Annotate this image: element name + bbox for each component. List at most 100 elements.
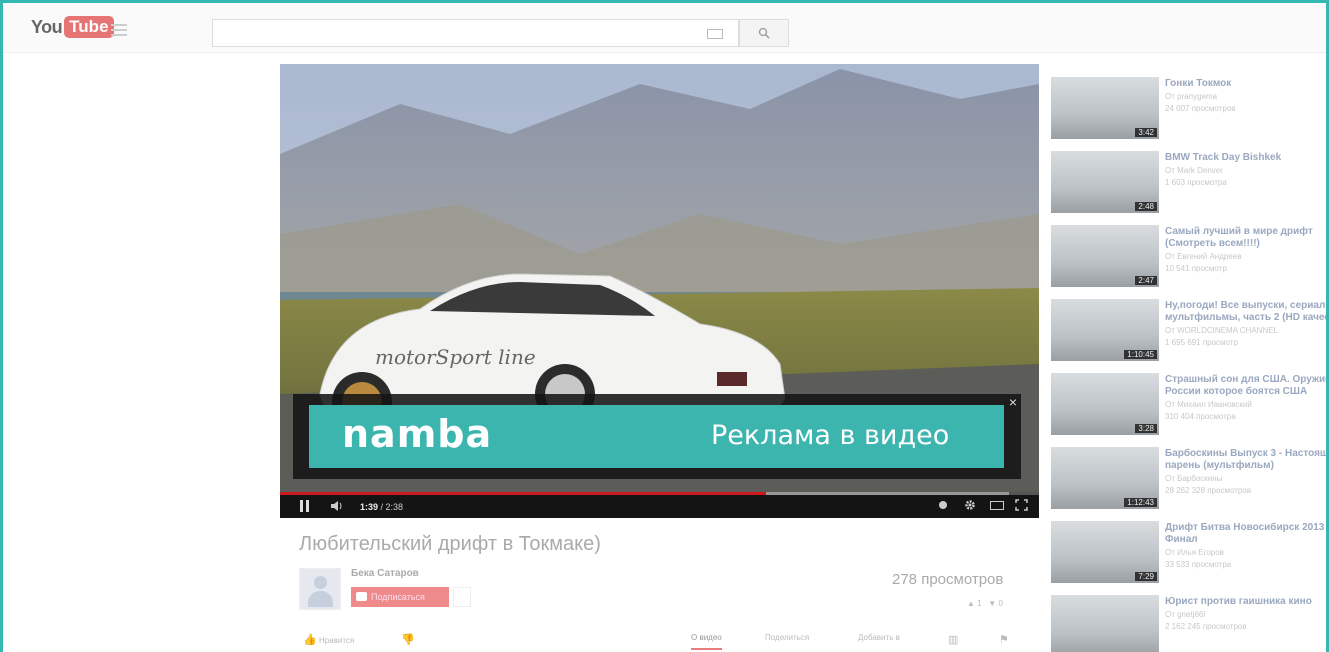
youtube-logo[interactable]: You Tube bbox=[31, 15, 114, 39]
related-thumbnail[interactable]: 2:48 bbox=[1051, 151, 1159, 213]
related-thumbnail[interactable] bbox=[1051, 595, 1159, 652]
duration-badge: 3:28 bbox=[1135, 424, 1157, 433]
keyboard-icon[interactable] bbox=[707, 29, 723, 39]
related-title[interactable]: Юрист против гаишника кино bbox=[1165, 596, 1326, 608]
settings-gear-icon[interactable] bbox=[964, 499, 976, 511]
subscribe-button[interactable]: Подписаться bbox=[351, 587, 449, 607]
report-flag-icon[interactable]: ⚑ bbox=[999, 633, 1009, 646]
related-thumbnail[interactable]: 1:12:43 bbox=[1051, 447, 1159, 509]
duration-badge: 1:12:43 bbox=[1124, 498, 1157, 507]
video-ad-overlay[interactable]: namba Реклама в видео × bbox=[293, 394, 1021, 479]
related-title-line2[interactable]: парень (мультфильм) bbox=[1165, 460, 1326, 472]
related-thumbnail[interactable]: 3:42 bbox=[1051, 77, 1159, 139]
logo-you: You bbox=[31, 16, 63, 37]
duration-badge: 7:29 bbox=[1135, 572, 1157, 581]
related-channel: От Михаил Ивановский bbox=[1165, 400, 1252, 409]
related-item[interactable]: 1:12:43 Барбоскины Выпуск 3 - Настоящий … bbox=[1051, 445, 1326, 515]
ad-close-button[interactable]: × bbox=[1009, 394, 1017, 410]
related-item[interactable]: 2:47 Самый лучший в мире дрифт (Смотреть… bbox=[1051, 223, 1326, 293]
annotations-icon[interactable] bbox=[938, 500, 948, 510]
dislikes-count: 0 bbox=[998, 599, 1003, 608]
time-total: 2:38 bbox=[385, 502, 404, 512]
theater-mode-icon[interactable] bbox=[990, 501, 1004, 510]
svg-text:motorSport line: motorSport line bbox=[375, 345, 536, 369]
thumbs-down-icon: 👎 bbox=[401, 634, 415, 646]
related-views: 2 162 245 просмотров bbox=[1165, 622, 1247, 631]
ad-text: Реклама в видео bbox=[711, 420, 950, 451]
related-thumbnail[interactable]: 7:29 bbox=[1051, 521, 1159, 583]
related-views: 28 262 328 просмотров bbox=[1165, 486, 1252, 495]
player-controls: 1:39 / 2:38 bbox=[280, 492, 1039, 518]
related-title[interactable]: Самый лучший в мире дрифт bbox=[1165, 226, 1326, 238]
related-views: 24 007 просмотров bbox=[1165, 104, 1236, 113]
tab-about[interactable]: О видео bbox=[691, 633, 722, 650]
related-views: 310 404 просмотра bbox=[1165, 412, 1236, 421]
related-views: 1 603 просмотра bbox=[1165, 178, 1227, 187]
related-channel: От Барбоскины bbox=[1165, 474, 1223, 483]
time-current: 1:39 bbox=[360, 502, 379, 512]
related-thumbnail[interactable]: 2:47 bbox=[1051, 225, 1159, 287]
duration-badge: 2:48 bbox=[1135, 202, 1157, 211]
related-item[interactable]: 7:29 Дрифт Битва Новосибирск 2013 Финал … bbox=[1051, 519, 1326, 589]
related-item[interactable]: 3:28 Страшный сон для США. Оружие России… bbox=[1051, 371, 1326, 441]
related-channel: От Mark Denver bbox=[1165, 166, 1223, 175]
related-title[interactable]: BMW Track Day Bishkek bbox=[1165, 152, 1326, 164]
like-label: Нравится bbox=[318, 636, 355, 645]
related-title[interactable]: Гонки Токмок bbox=[1165, 78, 1326, 90]
stats-icon[interactable]: ▥ bbox=[948, 633, 958, 646]
likes-count: 1 bbox=[977, 599, 982, 608]
pause-icon[interactable] bbox=[300, 500, 310, 512]
thumbs-up-icon: 👍 bbox=[303, 634, 317, 646]
duration-badge: 2:47 bbox=[1135, 276, 1157, 285]
masthead: You Tube bbox=[3, 3, 1326, 53]
channel-name[interactable]: Бека Сатаров bbox=[351, 568, 419, 579]
menu-icon[interactable] bbox=[111, 24, 127, 36]
related-views: 10 541 просмотр bbox=[1165, 264, 1227, 273]
related-title[interactable]: Страшный сон для США. Оружие bbox=[1165, 374, 1326, 386]
related-thumbnail[interactable]: 3:28 bbox=[1051, 373, 1159, 435]
progress-bar[interactable] bbox=[280, 492, 1039, 495]
related-views: 33 533 просмотра bbox=[1165, 560, 1232, 569]
tab-add-to[interactable]: Добавить в bbox=[858, 633, 900, 642]
thumbs-down-icon: ▼ bbox=[988, 599, 997, 608]
related-title-line2[interactable]: мультфильмы, часть 2 (HD качество) bbox=[1165, 312, 1326, 324]
progress-buffered bbox=[765, 492, 1009, 495]
channel-avatar[interactable] bbox=[299, 568, 341, 610]
search-input[interactable] bbox=[212, 19, 739, 47]
related-title[interactable]: Ну,погоди! Все выпуски, сериалы bbox=[1165, 300, 1326, 312]
video-title: Любительский дрифт в Токмаке) bbox=[299, 533, 601, 555]
related-channel: От WORLDCINEMA CHANNEL bbox=[1165, 326, 1279, 335]
like-button[interactable]: 👍 Нравится bbox=[303, 633, 354, 646]
related-item[interactable]: Юрист против гаишника кино От gnetj66l 2… bbox=[1051, 593, 1326, 652]
related-views: 1 695 691 просмотр bbox=[1165, 338, 1238, 347]
duration-badge: 1:10:45 bbox=[1124, 350, 1157, 359]
related-title-line2[interactable]: Финал bbox=[1165, 534, 1326, 546]
view-count: 278 просмотров bbox=[892, 571, 1004, 588]
progress-played bbox=[280, 492, 766, 495]
related-title[interactable]: Дрифт Битва Новосибирск 2013 bbox=[1165, 522, 1326, 534]
search-icon bbox=[758, 27, 770, 39]
related-channel: От Евгений Андреев bbox=[1165, 252, 1242, 261]
time-display: 1:39 / 2:38 bbox=[360, 502, 404, 512]
tab-share[interactable]: Поделиться bbox=[765, 633, 809, 642]
dislike-button[interactable]: 👎 bbox=[401, 633, 415, 646]
related-title-line2[interactable]: (Смотреть всем!!!!) bbox=[1165, 238, 1326, 250]
related-thumbnail[interactable]: 1:10:45 bbox=[1051, 299, 1159, 361]
related-title-line2[interactable]: России которое боятся США bbox=[1165, 386, 1326, 398]
page-frame: You Tube motorSport line 1:39 / 2:38 nam… bbox=[0, 0, 1329, 652]
like-dislike-counts: ▲ 1 ▼ 0 bbox=[967, 599, 1003, 608]
related-channel: От Илья Егоров bbox=[1165, 548, 1224, 557]
related-item[interactable]: 1:10:45 Ну,погоди! Все выпуски, сериалы … bbox=[1051, 297, 1326, 367]
related-channel: От pranygema bbox=[1165, 92, 1218, 101]
namba-logo: namba bbox=[342, 412, 493, 456]
subscriber-count bbox=[453, 587, 471, 607]
volume-icon[interactable] bbox=[330, 500, 344, 512]
logo-tube: Tube bbox=[64, 16, 114, 38]
ad-banner[interactable]: namba Реклама в видео bbox=[309, 405, 1004, 468]
related-channel: От gnetj66l bbox=[1165, 610, 1206, 619]
related-item[interactable]: 3:42 Гонки Токмок От pranygema 24 007 пр… bbox=[1051, 75, 1326, 145]
search-button[interactable] bbox=[739, 19, 789, 47]
fullscreen-icon[interactable] bbox=[1015, 499, 1028, 511]
related-title[interactable]: Барбоскины Выпуск 3 - Настоящий bbox=[1165, 448, 1326, 460]
related-item[interactable]: 2:48 BMW Track Day Bishkek От Mark Denve… bbox=[1051, 149, 1326, 219]
